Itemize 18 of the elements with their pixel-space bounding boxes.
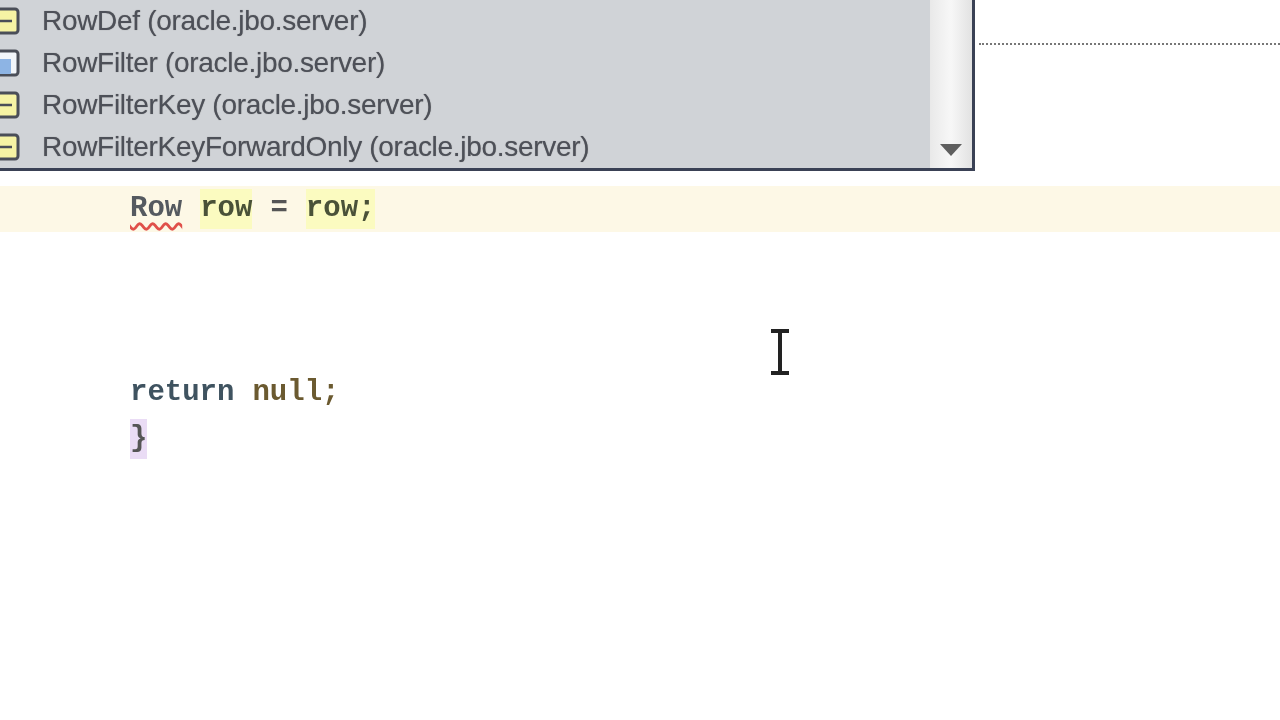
scroll-down-icon[interactable] — [940, 144, 962, 156]
code-token: null; — [252, 375, 340, 411]
class-icon — [0, 7, 20, 35]
interface-icon — [0, 49, 20, 77]
code-token: row; — [305, 189, 376, 229]
completion-item[interactable]: RowFilter (oracle.jbo.server) — [42, 47, 385, 79]
code-token: } — [130, 419, 148, 459]
text-cursor-icon — [768, 329, 792, 375]
completion-item[interactable]: RowFilterKeyForwardOnly (oracle.jbo.server) — [42, 131, 590, 163]
code-token: = — [270, 191, 288, 227]
completion-item[interactable]: RowFilterKey (oracle.jbo.server) — [42, 89, 433, 121]
code-token: Row — [130, 191, 183, 227]
class-icon — [0, 91, 20, 119]
code-token: row — [200, 189, 253, 229]
completion-item[interactable]: RowDef (oracle.jbo.server) — [42, 5, 368, 37]
class-icon — [0, 133, 20, 161]
scrollbar[interactable] — [930, 0, 972, 168]
code-token: return — [130, 375, 235, 411]
